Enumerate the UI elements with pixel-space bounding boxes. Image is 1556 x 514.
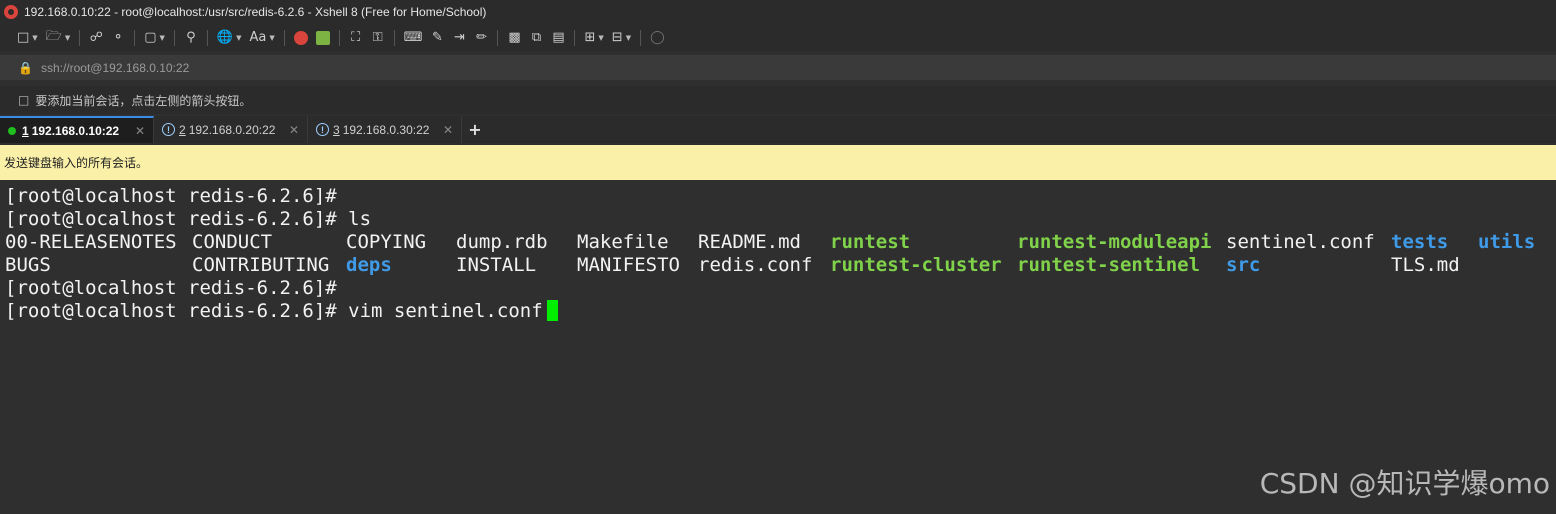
ls-entry-executable: runtest [830, 231, 911, 253]
ls-entry: CONTRIBUTING [192, 254, 330, 276]
terminal-current-line: [root@localhost redis-6.2.6]# vim sentin… [5, 300, 1556, 323]
help-icon[interactable]: ◯ [647, 27, 668, 49]
tab-number: 3 [333, 122, 340, 137]
toolbar-divider [574, 29, 576, 46]
address-input[interactable]: ssh://root@192.168.0.10:22 [41, 61, 189, 75]
notes-icon[interactable]: ▤ [548, 27, 568, 49]
open-folder-icon[interactable]: 🗁 ▼ [43, 27, 74, 49]
terminal-line: [root@localhost redis-6.2.6]# [5, 185, 337, 207]
compose-icon[interactable]: ✎ [427, 27, 447, 49]
toolbar-divider [393, 29, 395, 46]
warning-icon: ! [316, 123, 329, 136]
close-icon[interactable]: ✕ [443, 123, 453, 137]
globe-icon[interactable]: 🌐 ▼ [214, 27, 245, 49]
tab-label: 192.168.0.10:22 [31, 123, 120, 138]
ls-entry-directory: deps [346, 254, 392, 276]
tab-session-3[interactable]: ! 3 192.168.0.30:22 ✕ [308, 116, 462, 143]
tab-label: 192.168.0.20:22 [188, 122, 276, 137]
ls-entry-executable: runtest-cluster [830, 254, 1002, 276]
close-icon[interactable]: ✕ [135, 124, 145, 138]
ls-entry: sentinel.conf [1226, 231, 1375, 253]
tab-number: 2 [179, 122, 186, 137]
log-icon[interactable]: ▩ [504, 27, 524, 49]
new-tab-icon[interactable]: ⊞ ▼ [581, 27, 606, 49]
toolbar-divider [283, 29, 285, 46]
ls-entry: BUGS [5, 254, 51, 276]
tab-label: 192.168.0.30:22 [342, 122, 430, 137]
terminal-cursor [546, 300, 558, 321]
add-session-icon[interactable]: □ [18, 93, 29, 107]
ls-entry: 00-RELEASENOTES [5, 231, 177, 253]
ls-entry: dump.rdb [456, 231, 548, 253]
fullscreen-icon[interactable]: ⛶ [346, 27, 366, 49]
tab-session-2[interactable]: ! 2 192.168.0.20:22 ✕ [154, 116, 308, 143]
lock-icon: 🔒 [18, 60, 33, 75]
disconnect-icon[interactable]: ⚬ [108, 27, 128, 49]
watermark: CSDN @知识学爆omo [1259, 467, 1550, 500]
toolbar-divider [206, 29, 208, 46]
session-hint-text: 要添加当前会话，点击左侧的箭头按钮。 [35, 93, 252, 108]
ls-entry: Makefile [577, 231, 669, 253]
connected-status-icon [8, 126, 16, 135]
ls-entry-executable: runtest-moduleapi [1017, 231, 1212, 253]
ls-entry: CONDUCT [192, 231, 273, 253]
ls-entry: MANIFESTO [577, 254, 680, 276]
toolbar-divider [173, 29, 175, 46]
ls-entry: redis.conf [698, 254, 813, 276]
toolbar-divider [79, 29, 81, 46]
toolbar-divider [338, 29, 340, 46]
reconnect-icon[interactable]: ☍ [86, 27, 106, 49]
session-tabs: 1 192.168.0.10:22 ✕ ! 2 192.168.0.20:22 … [0, 116, 1556, 143]
ls-entry-directory: utils [1478, 231, 1536, 253]
session-hint-bar: □ 要添加当前会话，点击左侧的箭头按钮。 [0, 86, 1556, 114]
ls-entry: COPYING [346, 231, 427, 253]
xshell-app-icon [4, 5, 18, 19]
xshell-icon[interactable] [291, 27, 311, 49]
ls-output: 00-RELEASENOTES CONDUCT COPYING dump.rdb… [5, 231, 1556, 277]
close-icon[interactable]: ✕ [289, 123, 299, 137]
add-tab-button[interactable]: + [462, 116, 488, 143]
copy-icon[interactable]: ⧉ [526, 27, 546, 49]
current-command: [root@localhost redis-6.2.6]# vim sentin… [5, 300, 543, 322]
warning-icon: ! [162, 123, 175, 136]
tab-session-1[interactable]: 1 192.168.0.10:22 ✕ [0, 116, 154, 143]
layout-icon[interactable]: ⊟ ▼ [609, 27, 634, 49]
window-title: 192.168.0.10:22 - root@localhost:/usr/sr… [24, 5, 487, 19]
title-bar: 192.168.0.10:22 - root@localhost:/usr/sr… [0, 0, 1556, 24]
transfer-icon[interactable]: ⇥ [449, 27, 469, 49]
terminal-line: [root@localhost redis-6.2.6]# ls [5, 208, 372, 230]
xftp-icon[interactable] [313, 27, 333, 49]
ls-entry-directory: tests [1391, 231, 1449, 253]
ls-entry-executable: runtest-sentinel [1017, 254, 1201, 276]
toolbar-divider [640, 29, 642, 46]
address-bar[interactable]: 🔒 ssh://root@192.168.0.10:22 [0, 55, 1556, 80]
ls-entry-directory: src [1226, 254, 1261, 276]
ls-entry: INSTALL [456, 254, 537, 276]
ls-entry: TLS.md [1391, 254, 1460, 276]
properties-icon[interactable]: ▢ ▼ [141, 27, 168, 49]
toolbar-divider [497, 29, 499, 46]
font-icon[interactable]: Aa ▼ [246, 27, 277, 49]
terminal-line: [root@localhost redis-6.2.6]# [5, 277, 337, 299]
lock-icon[interactable]: ⚿ [368, 27, 388, 49]
new-session-icon[interactable]: □ ▼ [14, 27, 41, 49]
broadcast-text: 发送键盘输入的所有会话。 [4, 156, 149, 170]
script-icon[interactable]: ✏ [471, 27, 491, 49]
broadcast-bar[interactable]: 发送键盘输入的所有会话。 [0, 145, 1556, 180]
tab-number: 1 [22, 123, 29, 138]
ls-entry: README.md [698, 231, 801, 253]
search-icon[interactable]: ⚲ [181, 27, 201, 49]
toolbar-divider [134, 29, 136, 46]
toolbar: □ ▼ 🗁 ▼ ☍ ⚬ ▢ ▼ ⚲ 🌐 ▼ Aa ▼ ⛶ ⚿ ⌨ ✎ ⇥ ✏ ▩ ⧉ ▤ … [0, 24, 1556, 51]
keyboard-icon[interactable]: ⌨ [401, 27, 426, 49]
